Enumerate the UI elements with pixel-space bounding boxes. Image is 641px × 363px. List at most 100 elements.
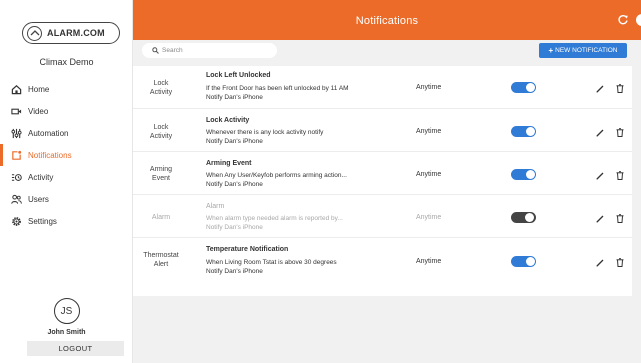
- activity-list-icon: [10, 171, 22, 183]
- notification-row-arming-event[interactable]: Arming Event Arming Event When Any User/…: [133, 152, 632, 195]
- type-line: Alarm: [151, 214, 171, 221]
- notification-target: Notify Dan's iPhone: [206, 224, 263, 231]
- notification-target: Notify Dan's iPhone: [206, 94, 263, 101]
- home-icon: [10, 83, 22, 95]
- notification-toggle[interactable]: [511, 256, 536, 267]
- notification-target: Notify Dan's iPhone: [206, 268, 263, 275]
- notification-type: Arming Event: [133, 165, 189, 183]
- notification-list: Lock Activity Lock Left Unlocked If the …: [133, 66, 632, 296]
- sidebar-item-label: Notifications: [28, 150, 72, 160]
- pencil-icon[interactable]: [596, 129, 604, 137]
- search-input[interactable]: [162, 47, 272, 54]
- notification-toggle[interactable]: [511, 169, 536, 180]
- search-icon: [152, 47, 159, 54]
- notification-toggle[interactable]: [511, 126, 536, 137]
- type-line: Thermostat: [143, 252, 179, 259]
- type-line: Event: [152, 175, 170, 182]
- type-line: Lock: [153, 124, 169, 131]
- notification-description: When alarm type needed alarm is reported…: [206, 215, 343, 222]
- notification-toggle[interactable]: [511, 212, 536, 223]
- sidebar-item-label: Video: [28, 106, 49, 116]
- notification-row-lock-activity[interactable]: Lock Activity Lock Activity Whenever the…: [133, 109, 632, 152]
- notification-type: Lock Activity: [133, 79, 189, 97]
- sidebar-item-label: Activity: [28, 172, 54, 182]
- notification-row-alarm[interactable]: Alarm Alarm When alarm type needed alarm…: [133, 195, 632, 238]
- notification-title: Temperature Notification: [206, 246, 289, 253]
- toggle-knob: [526, 127, 535, 136]
- notification-schedule: Anytime: [416, 214, 442, 221]
- notification-description: When Living Room Tstat is above 30 degre…: [206, 259, 337, 266]
- notification-schedule: Anytime: [416, 84, 442, 91]
- notification-type: Thermostat Alert: [133, 251, 189, 269]
- notification-row-temperature[interactable]: Thermostat Alert Temperature Notificatio…: [133, 238, 632, 281]
- sidebar-item-users[interactable]: Users: [0, 188, 133, 210]
- automation-sliders-icon: [10, 127, 22, 139]
- type-line: Arming: [149, 166, 173, 173]
- alarm-com-logo[interactable]: ALARM.COM: [22, 22, 120, 44]
- notification-icon: [10, 149, 22, 161]
- trash-icon[interactable]: [616, 258, 624, 267]
- trash-icon[interactable]: [616, 214, 624, 223]
- avatar[interactable]: JS: [53, 298, 80, 324]
- sidebar-item-video[interactable]: Video: [0, 100, 133, 122]
- toggle-knob: [526, 257, 535, 266]
- sidebar: ALARM.COM Climax Demo Home Video Automat…: [0, 0, 133, 363]
- notification-schedule: Anytime: [416, 171, 442, 178]
- page-header: Notifications: [133, 0, 641, 40]
- notification-description: If the Front Door has been left unlocked…: [206, 85, 349, 92]
- users-icon: [10, 193, 22, 205]
- notification-title: Lock Left Unlocked: [206, 72, 271, 79]
- toolbar: + NEW NOTIFICATION: [133, 40, 641, 62]
- trash-icon[interactable]: [616, 171, 624, 180]
- page-title: Notifications: [355, 15, 419, 27]
- notification-description: Whenever there is any lock activity noti…: [206, 129, 324, 136]
- trash-icon[interactable]: [616, 128, 624, 137]
- notification-target: Notify Dan's iPhone: [206, 138, 263, 145]
- type-line: Activity: [149, 89, 173, 96]
- pencil-icon[interactable]: [596, 85, 604, 93]
- pencil-icon[interactable]: [596, 259, 604, 267]
- toggle-knob: [526, 83, 535, 92]
- type-line: Activity: [149, 133, 173, 140]
- logo-mark-icon: [27, 25, 42, 41]
- sidebar-item-label: Home: [28, 84, 50, 94]
- logo-text: ALARM.COM: [47, 28, 105, 38]
- site-name: Climax Demo: [39, 57, 94, 67]
- toggle-knob: [526, 170, 535, 179]
- gear-icon: [10, 215, 22, 227]
- notification-target: Notify Dan's iPhone: [206, 181, 263, 188]
- sidebar-item-label: Automation: [28, 128, 69, 138]
- sidebar-item-home[interactable]: Home: [0, 78, 133, 100]
- main-content: Lock Activity Lock Left Unlocked If the …: [133, 62, 641, 363]
- sidebar-item-label: Users: [28, 194, 49, 204]
- sidebar-item-automation[interactable]: Automation: [0, 122, 133, 144]
- sidebar-item-settings[interactable]: Settings: [0, 210, 133, 232]
- header-menu-dot[interactable]: [636, 14, 641, 26]
- app-window: ALARM.COM Climax Demo Home Video Automat…: [0, 0, 641, 363]
- notification-toggle[interactable]: [511, 82, 536, 93]
- type-line: Lock: [153, 80, 169, 87]
- notification-description: When Any User/Keyfob performs arming act…: [206, 172, 347, 179]
- sidebar-nav: Home Video Automation Notifications Acti…: [0, 78, 133, 232]
- new-notification-label: NEW NOTIFICATION: [555, 47, 618, 54]
- pencil-icon[interactable]: [596, 215, 604, 223]
- sidebar-item-notifications[interactable]: Notifications: [0, 144, 133, 166]
- notification-row-lock-left-unlocked[interactable]: Lock Activity Lock Left Unlocked If the …: [133, 66, 632, 109]
- notification-type: Alarm: [133, 213, 189, 222]
- search-box: [142, 43, 277, 58]
- notification-title: Lock Activity: [206, 117, 250, 124]
- notification-title: Alarm: [206, 203, 225, 210]
- type-line: Alert: [153, 261, 169, 268]
- video-camera-icon: [10, 105, 22, 117]
- logout-button[interactable]: LOGOUT: [27, 341, 124, 356]
- trash-icon[interactable]: [616, 84, 624, 93]
- notification-title: Arming Event: [206, 160, 252, 167]
- refresh-icon[interactable]: [617, 14, 629, 26]
- new-notification-button[interactable]: + NEW NOTIFICATION: [539, 43, 627, 58]
- sidebar-item-activity[interactable]: Activity: [0, 166, 133, 188]
- notification-type: Lock Activity: [133, 123, 189, 141]
- plus-icon: +: [548, 46, 554, 55]
- user-block: JS John Smith: [0, 298, 133, 336]
- notification-schedule: Anytime: [416, 258, 442, 265]
- pencil-icon[interactable]: [596, 172, 604, 180]
